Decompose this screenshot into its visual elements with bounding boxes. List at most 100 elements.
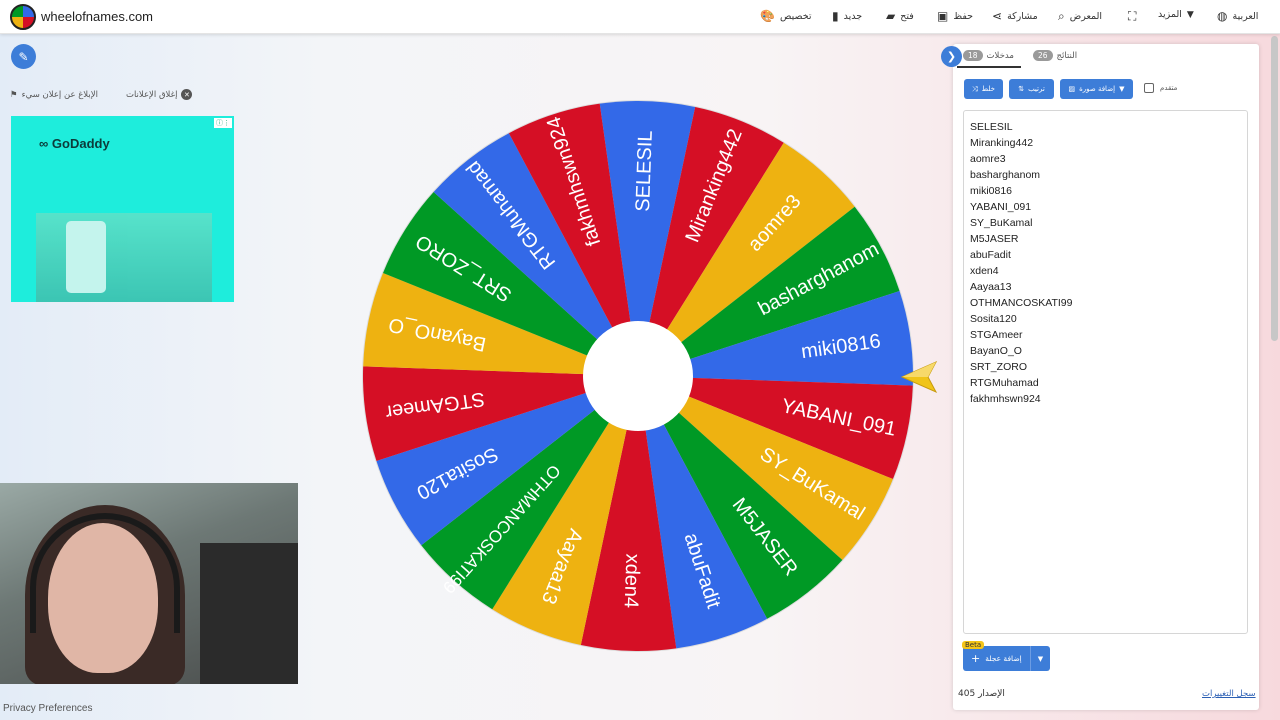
entry-line: BayanO_O (970, 345, 1022, 357)
entry-line: xden4 (970, 265, 999, 277)
version-label: الإصدار (978, 689, 1005, 699)
open-button[interactable]: ▰ فتح (886, 9, 914, 23)
sort-button[interactable]: ⇅ ترتيب (1009, 79, 1054, 99)
wheel-center-hub[interactable] (583, 321, 693, 431)
ad-image (36, 213, 212, 302)
file-icon: ▮ (832, 9, 839, 23)
edit-icon[interactable]: ✎ (11, 44, 36, 69)
plus-icon: + (971, 652, 981, 665)
add-wheel-dropdown[interactable]: ▼ (1030, 646, 1050, 671)
tab-results-label: النتائج (1056, 50, 1078, 61)
palette-icon: 🎨 (760, 9, 775, 23)
entry-line: miki0816 (970, 185, 1013, 197)
entry-line: aomre3 (970, 153, 1006, 165)
godaddy-icon: ∞ (39, 136, 49, 151)
entry-line: Sosita120 (970, 313, 1017, 325)
advanced-label: متقدم (1160, 84, 1178, 92)
chair (200, 543, 298, 684)
flag-icon: ⚑ (10, 89, 18, 100)
shuffle-icon: ⤨ (972, 84, 978, 93)
results-count-badge: 26 (1033, 50, 1053, 61)
spin-wheel[interactable]: SELESIL Miranking442aomre3basharghanommik… (361, 99, 915, 653)
tab-results[interactable]: 26 النتائج (1033, 50, 1077, 61)
entries-textarea[interactable]: SELESIL Miranking442 aomre3 basharghanom mik… (963, 110, 1248, 634)
gallery-label: المعرض (1069, 11, 1103, 22)
open-label: فتح (900, 10, 914, 22)
shuffle-button[interactable]: ⤨ خلط (964, 79, 1003, 99)
top-bar: wheelofnames.com 🎨 تخصيص ▮ جديد ▰ فتح ▣ … (0, 0, 1280, 34)
sort-label: ترتيب (1028, 85, 1045, 93)
wheel-pointer-icon (900, 360, 938, 394)
entry-line: M5JASER (970, 233, 1019, 245)
version-info: 405 الإصدار (958, 689, 1005, 699)
entry-line: STGAmeer (970, 329, 1023, 341)
advertisement[interactable]: ⓘ⋮ ∞ GoDaddy (11, 116, 234, 302)
caret-down-icon: ▼ (1119, 85, 1125, 93)
more-menu[interactable]: المزيد ▼ (1158, 9, 1194, 20)
new-label: جديد (843, 10, 863, 22)
entry-line: OTHMANCOSKATI99 (970, 297, 1073, 309)
save-button[interactable]: ▣ حفظ (937, 9, 973, 23)
save-label: حفظ (953, 10, 974, 22)
gallery-button[interactable]: ⌕ المعرض (1058, 9, 1102, 24)
share-icon: ⋖ (992, 9, 1003, 23)
entry-line: Miranking442 (970, 137, 1034, 149)
add-image-label: إضافة صورة (1079, 85, 1116, 93)
entry-line: SY_BuKamal (970, 217, 1033, 229)
active-tab-indicator (957, 66, 1021, 68)
entry-line: fakhmhswn924 (970, 393, 1041, 405)
logo-icon[interactable] (10, 4, 36, 30)
caret-down-icon: ▼ (1186, 9, 1194, 20)
report-ad-link[interactable]: ⚑ الإبلاغ عن إعلان سيء (10, 89, 98, 100)
beta-badge: Beta (962, 641, 985, 649)
entry-line: YABANI_091 (970, 201, 1032, 213)
advanced-toggle[interactable]: متقدم (1144, 83, 1177, 93)
caret-down-icon: ▼ (1037, 654, 1044, 663)
entry-line: basharghanom (970, 169, 1041, 181)
close-ads-label: إغلاق الإعلانات (125, 89, 178, 100)
version-number: 405 (958, 689, 976, 699)
ad-advertiser: GoDaddy (51, 136, 110, 151)
site-name[interactable]: wheelofnames.com (41, 9, 153, 24)
advanced-checkbox[interactable] (1144, 83, 1154, 93)
sort-icon: ⇅ (1018, 85, 1025, 93)
entries-count-badge: 18 (963, 50, 983, 61)
entry-line: SRT_ZORO (970, 361, 1027, 373)
globe-icon: ◍ (1217, 9, 1228, 23)
save-icon: ▣ (937, 9, 949, 23)
add-image-button[interactable]: ▨ إضافة صورة ▼ (1060, 79, 1133, 99)
language-label: العربية (1232, 10, 1259, 22)
new-button[interactable]: ▮ جديد (832, 9, 862, 23)
share-label: مشاركة (1007, 10, 1038, 22)
search-icon: ⌕ (1058, 9, 1065, 23)
scrollbar[interactable] (1271, 36, 1278, 341)
share-button[interactable]: ⋖ مشاركة (992, 9, 1038, 23)
wheel-segment-label: SELESIL (632, 130, 657, 212)
more-label: المزيد (1158, 9, 1182, 20)
fullscreen-icon: ⛶ (1128, 9, 1137, 23)
add-wheel-main[interactable]: + إضافة عجلة (963, 652, 1030, 665)
ad-info-icon[interactable]: ⓘ⋮ (214, 118, 232, 128)
close-ads-link[interactable]: إغلاق الإعلانات ✕ (126, 89, 193, 100)
wheel-segment-label: xden4 (620, 553, 644, 608)
chevron-right-icon: ❯ (946, 50, 957, 63)
entry-line: SELESIL (970, 121, 1013, 133)
entry-line: abuFadit (970, 249, 1011, 261)
folder-icon: ▰ (886, 9, 896, 23)
entry-line: Aayaa13 (970, 281, 1012, 293)
add-wheel-button[interactable]: + إضافة عجلة ▼ (963, 646, 1050, 671)
collapse-panel-button[interactable]: ❯ (941, 46, 962, 67)
tab-entries-label: مدخلات (986, 50, 1014, 61)
ad-controls: ⚑ الإبلاغ عن إعلان سيء إغلاق الإعلانات ✕ (10, 89, 193, 100)
shuffle-label: خلط (981, 85, 995, 93)
report-ad-label: الإبلاغ عن إعلان سيء (21, 89, 98, 100)
image-icon: ▨ (1068, 85, 1076, 93)
language-selector[interactable]: ◍ العربية (1217, 9, 1258, 23)
entry-line: RTGMuhamad (970, 377, 1039, 389)
changelog-link[interactable]: سجل التغييرات (1202, 689, 1256, 699)
customize-button[interactable]: 🎨 تخصيص (760, 9, 811, 23)
fullscreen-button[interactable]: ⛶ (1128, 9, 1136, 24)
tab-entries[interactable]: 18 مدخلات (963, 50, 1014, 61)
close-icon: ✕ (181, 89, 193, 100)
privacy-preferences-link[interactable]: Privacy Preferences (3, 703, 92, 714)
